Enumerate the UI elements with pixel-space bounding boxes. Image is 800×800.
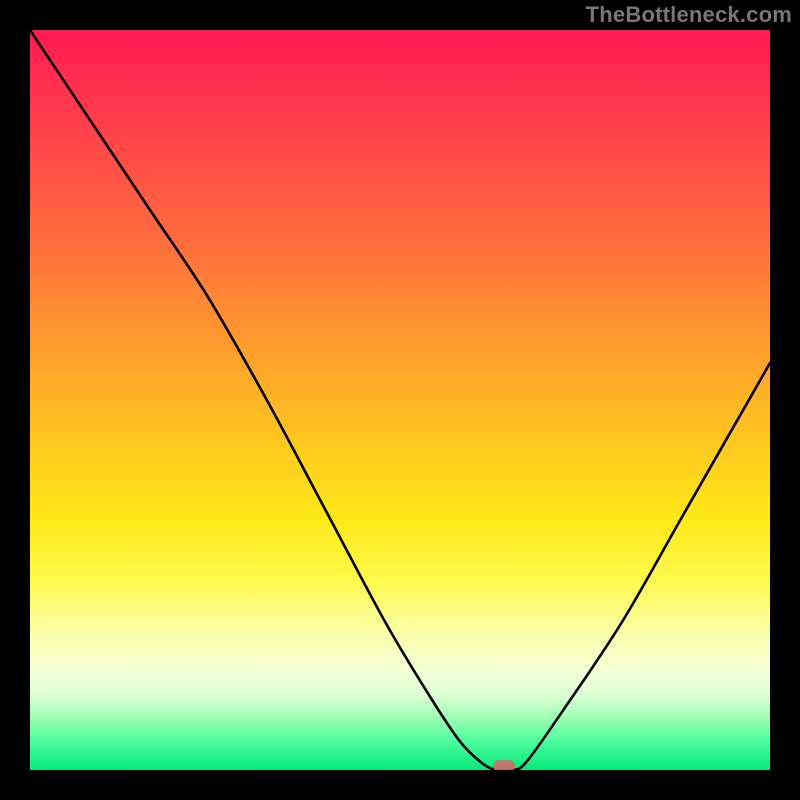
chart-frame: TheBottleneck.com	[0, 0, 800, 800]
curve-layer	[30, 30, 770, 770]
plot-area	[30, 30, 770, 770]
optimal-marker	[493, 760, 515, 770]
watermark-text: TheBottleneck.com	[586, 2, 792, 28]
bottleneck-curve-path	[30, 30, 770, 770]
